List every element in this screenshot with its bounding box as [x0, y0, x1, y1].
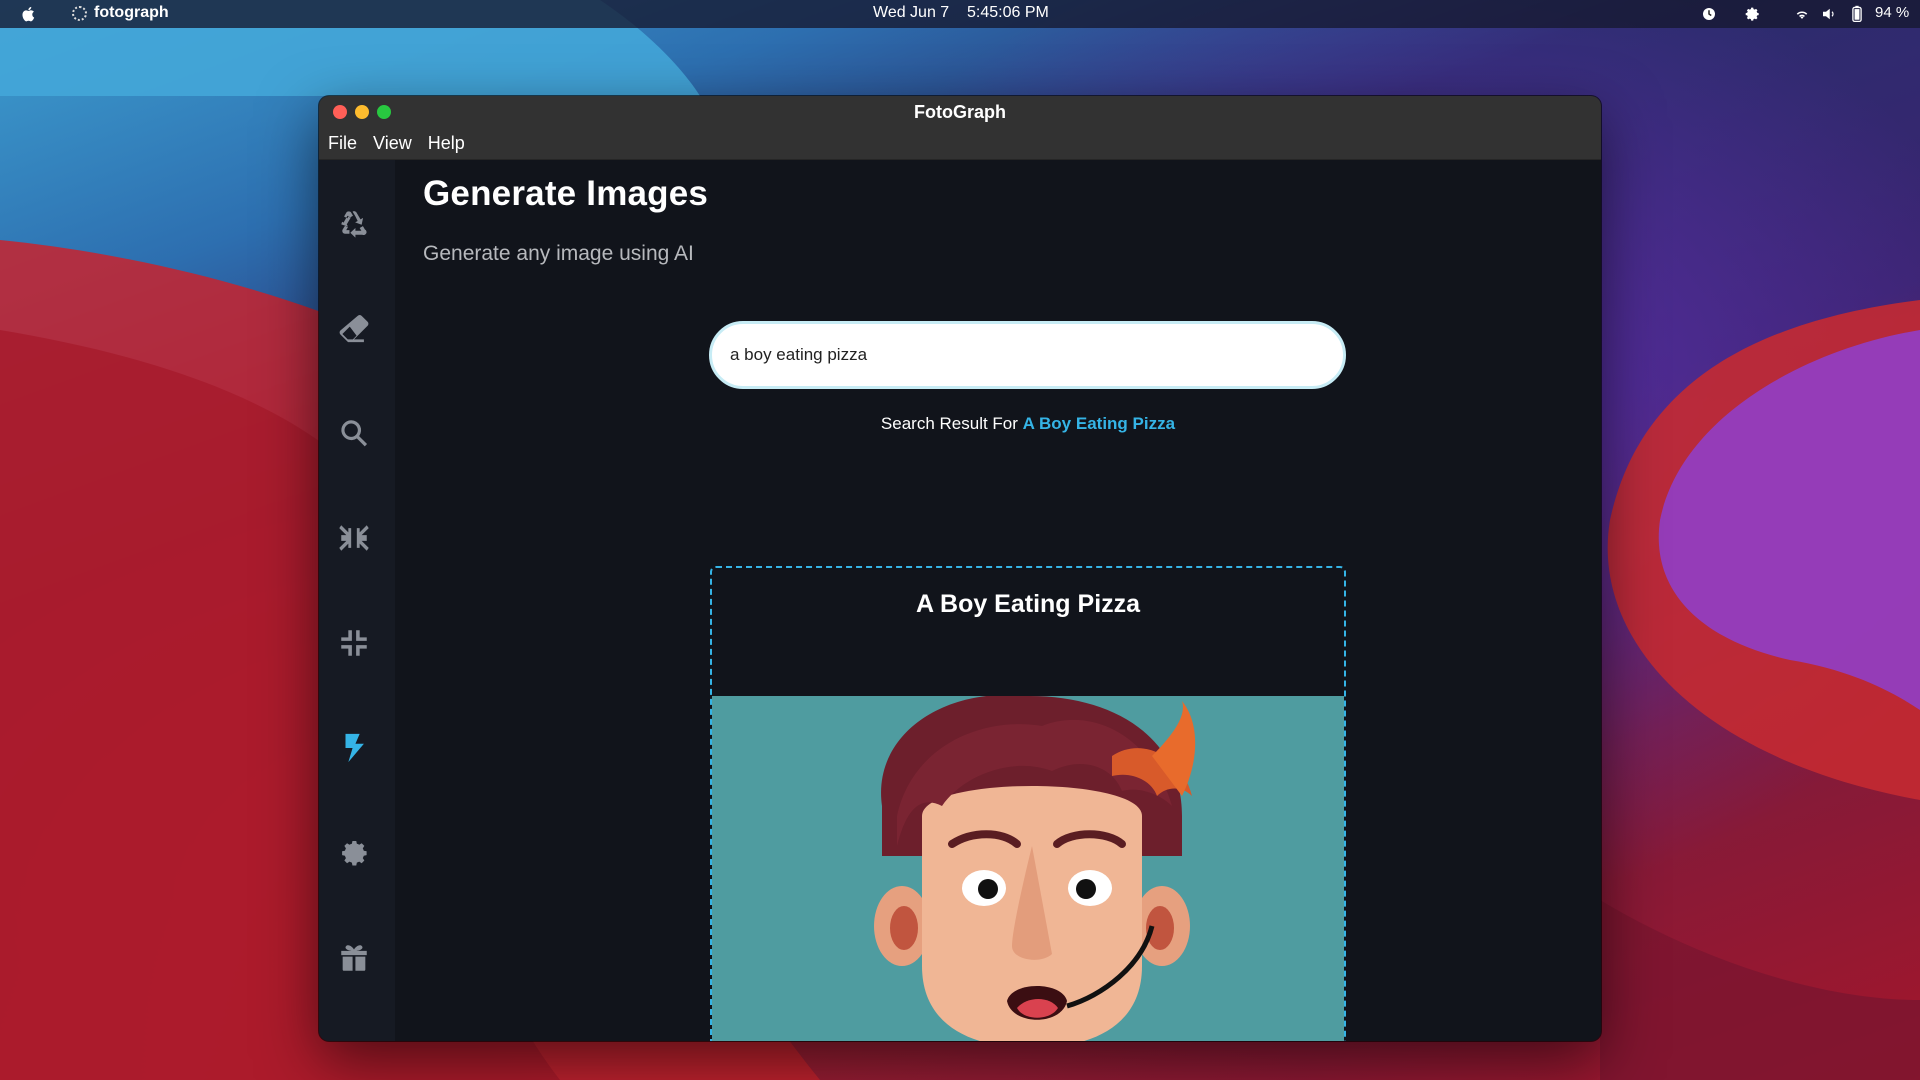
settings-gear-icon[interactable]	[1743, 5, 1761, 23]
apple-icon[interactable]	[20, 4, 38, 24]
menu-view[interactable]: View	[373, 133, 412, 154]
generated-image[interactable]	[712, 694, 1344, 1041]
search-result-text: Search Result For A Boy Eating Pizza	[710, 414, 1346, 434]
prompt-search-input[interactable]	[709, 321, 1346, 389]
result-card: A Boy Eating Pizza	[710, 566, 1346, 1041]
menubar-app-name[interactable]: fotograph	[94, 4, 169, 22]
page-subtitle: Generate any image using AI	[423, 242, 694, 265]
main-content: Generate Images Generate any image using…	[395, 160, 1601, 1041]
compress-arrows-icon[interactable]	[337, 521, 371, 555]
search-result-prefix: Search Result For	[880, 414, 1018, 433]
menubar-time: 5:45:06 PM	[966, 4, 1049, 21]
menu-help[interactable]: Help	[428, 133, 465, 154]
wifi-icon[interactable]	[1793, 5, 1811, 23]
sidebar	[319, 160, 395, 1041]
battery-icon[interactable]	[1850, 5, 1864, 23]
gear-icon[interactable]	[337, 836, 371, 870]
window-title: FotoGraph	[914, 102, 1006, 122]
compress-icon[interactable]	[337, 626, 371, 660]
search-result-query: A Boy Eating Pizza	[1022, 414, 1176, 433]
volume-icon[interactable]	[1820, 5, 1838, 23]
bolt-icon[interactable]	[337, 731, 371, 765]
search-icon[interactable]	[337, 416, 371, 450]
system-menubar: fotograph Wed Jun 7 5:45:06 PM 94 %	[0, 0, 1920, 28]
eraser-icon[interactable]	[337, 311, 371, 345]
generated-image-illustration	[874, 694, 1196, 1041]
result-card-title: A Boy Eating Pizza	[915, 590, 1141, 618]
app-logo-icon	[72, 6, 87, 21]
menubar-clock[interactable]: Wed Jun 7 5:45:06 PM	[873, 4, 1049, 22]
menubar-date: Wed Jun 7	[873, 4, 950, 21]
menu-file[interactable]: File	[328, 133, 357, 154]
screen-time-icon[interactable]	[1700, 5, 1718, 23]
recycle-icon[interactable]	[337, 206, 371, 240]
page-title: Generate Images	[423, 174, 709, 213]
gift-icon[interactable]	[337, 941, 371, 975]
window-titlebar[interactable]: FotoGraph File View Help	[319, 96, 1601, 160]
app-menu: File View Help	[328, 133, 465, 154]
app-window: FotoGraph File View Help Generate Images…	[319, 96, 1601, 1041]
battery-percentage: 94 %	[1875, 4, 1910, 21]
